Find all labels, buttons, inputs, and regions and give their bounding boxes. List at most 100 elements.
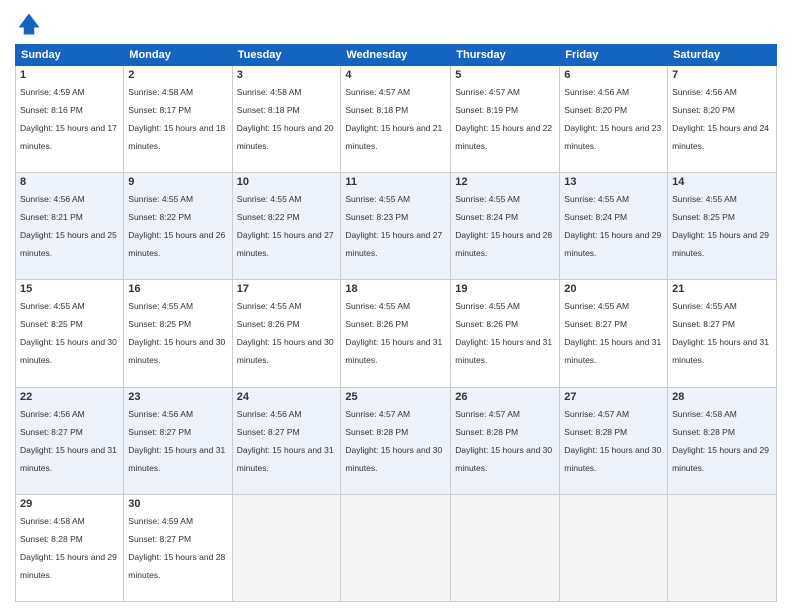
day-info: Sunrise: 4:58 AMSunset: 8:28 PMDaylight:… <box>20 516 117 580</box>
day-number: 9 <box>128 176 227 188</box>
day-number: 27 <box>564 391 663 403</box>
calendar-cell: 20 Sunrise: 4:55 AMSunset: 8:27 PMDaylig… <box>560 280 668 387</box>
day-info: Sunrise: 4:55 AMSunset: 8:25 PMDaylight:… <box>672 194 769 258</box>
day-number: 17 <box>237 283 337 295</box>
day-number: 10 <box>237 176 337 188</box>
day-number: 18 <box>345 283 446 295</box>
day-number: 26 <box>455 391 555 403</box>
calendar-cell: 14 Sunrise: 4:55 AMSunset: 8:25 PMDaylig… <box>668 173 777 280</box>
calendar-cell: 18 Sunrise: 4:55 AMSunset: 8:26 PMDaylig… <box>341 280 451 387</box>
calendar-cell: 8 Sunrise: 4:56 AMSunset: 8:21 PMDayligh… <box>16 173 124 280</box>
day-number: 11 <box>345 176 446 188</box>
day-info: Sunrise: 4:55 AMSunset: 8:27 PMDaylight:… <box>672 301 769 365</box>
calendar-week-row: 22 Sunrise: 4:56 AMSunset: 8:27 PMDaylig… <box>16 387 777 494</box>
calendar-cell: 30 Sunrise: 4:59 AMSunset: 8:27 PMDaylig… <box>124 494 232 601</box>
day-info: Sunrise: 4:56 AMSunset: 8:27 PMDaylight:… <box>20 409 117 473</box>
day-info: Sunrise: 4:55 AMSunset: 8:25 PMDaylight:… <box>128 301 225 365</box>
day-info: Sunrise: 4:57 AMSunset: 8:28 PMDaylight:… <box>455 409 552 473</box>
day-info: Sunrise: 4:55 AMSunset: 8:25 PMDaylight:… <box>20 301 117 365</box>
logo-icon <box>15 10 43 38</box>
day-info: Sunrise: 4:57 AMSunset: 8:19 PMDaylight:… <box>455 87 552 151</box>
day-of-week-header: Monday <box>124 45 232 66</box>
day-number: 1 <box>20 69 119 81</box>
calendar-cell: 19 Sunrise: 4:55 AMSunset: 8:26 PMDaylig… <box>451 280 560 387</box>
calendar-cell: 21 Sunrise: 4:55 AMSunset: 8:27 PMDaylig… <box>668 280 777 387</box>
logo <box>15 10 47 38</box>
day-of-week-header: Wednesday <box>341 45 451 66</box>
calendar-cell <box>560 494 668 601</box>
day-info: Sunrise: 4:55 AMSunset: 8:26 PMDaylight:… <box>345 301 442 365</box>
calendar-cell: 2 Sunrise: 4:58 AMSunset: 8:17 PMDayligh… <box>124 66 232 173</box>
day-info: Sunrise: 4:55 AMSunset: 8:24 PMDaylight:… <box>564 194 661 258</box>
day-info: Sunrise: 4:55 AMSunset: 8:22 PMDaylight:… <box>128 194 225 258</box>
day-of-week-header: Tuesday <box>232 45 341 66</box>
day-number: 23 <box>128 391 227 403</box>
calendar-body: 1 Sunrise: 4:59 AMSunset: 8:16 PMDayligh… <box>16 66 777 602</box>
day-info: Sunrise: 4:59 AMSunset: 8:27 PMDaylight:… <box>128 516 225 580</box>
day-of-week-header: Thursday <box>451 45 560 66</box>
calendar-cell: 7 Sunrise: 4:56 AMSunset: 8:20 PMDayligh… <box>668 66 777 173</box>
day-number: 15 <box>20 283 119 295</box>
calendar-cell: 16 Sunrise: 4:55 AMSunset: 8:25 PMDaylig… <box>124 280 232 387</box>
day-number: 4 <box>345 69 446 81</box>
day-info: Sunrise: 4:57 AMSunset: 8:28 PMDaylight:… <box>345 409 442 473</box>
day-number: 12 <box>455 176 555 188</box>
day-info: Sunrise: 4:55 AMSunset: 8:24 PMDaylight:… <box>455 194 552 258</box>
calendar-cell <box>668 494 777 601</box>
calendar-cell <box>232 494 341 601</box>
calendar-week-row: 1 Sunrise: 4:59 AMSunset: 8:16 PMDayligh… <box>16 66 777 173</box>
calendar-cell: 29 Sunrise: 4:58 AMSunset: 8:28 PMDaylig… <box>16 494 124 601</box>
day-info: Sunrise: 4:55 AMSunset: 8:27 PMDaylight:… <box>564 301 661 365</box>
day-number: 3 <box>237 69 337 81</box>
calendar-table: SundayMondayTuesdayWednesdayThursdayFrid… <box>15 44 777 602</box>
calendar-cell <box>451 494 560 601</box>
day-number: 20 <box>564 283 663 295</box>
calendar-cell: 25 Sunrise: 4:57 AMSunset: 8:28 PMDaylig… <box>341 387 451 494</box>
day-info: Sunrise: 4:55 AMSunset: 8:26 PMDaylight:… <box>237 301 334 365</box>
day-info: Sunrise: 4:56 AMSunset: 8:21 PMDaylight:… <box>20 194 117 258</box>
calendar-cell <box>341 494 451 601</box>
days-of-week-row: SundayMondayTuesdayWednesdayThursdayFrid… <box>16 45 777 66</box>
calendar-cell: 10 Sunrise: 4:55 AMSunset: 8:22 PMDaylig… <box>232 173 341 280</box>
day-info: Sunrise: 4:57 AMSunset: 8:28 PMDaylight:… <box>564 409 661 473</box>
day-number: 22 <box>20 391 119 403</box>
calendar-cell: 1 Sunrise: 4:59 AMSunset: 8:16 PMDayligh… <box>16 66 124 173</box>
day-number: 30 <box>128 498 227 510</box>
day-info: Sunrise: 4:57 AMSunset: 8:18 PMDaylight:… <box>345 87 442 151</box>
day-of-week-header: Friday <box>560 45 668 66</box>
calendar-cell: 5 Sunrise: 4:57 AMSunset: 8:19 PMDayligh… <box>451 66 560 173</box>
day-info: Sunrise: 4:56 AMSunset: 8:20 PMDaylight:… <box>564 87 661 151</box>
day-number: 5 <box>455 69 555 81</box>
calendar-cell: 15 Sunrise: 4:55 AMSunset: 8:25 PMDaylig… <box>16 280 124 387</box>
calendar-cell: 12 Sunrise: 4:55 AMSunset: 8:24 PMDaylig… <box>451 173 560 280</box>
day-info: Sunrise: 4:56 AMSunset: 8:27 PMDaylight:… <box>128 409 225 473</box>
day-number: 14 <box>672 176 772 188</box>
day-info: Sunrise: 4:55 AMSunset: 8:23 PMDaylight:… <box>345 194 442 258</box>
day-number: 19 <box>455 283 555 295</box>
day-info: Sunrise: 4:56 AMSunset: 8:20 PMDaylight:… <box>672 87 769 151</box>
calendar-cell: 9 Sunrise: 4:55 AMSunset: 8:22 PMDayligh… <box>124 173 232 280</box>
calendar-cell: 6 Sunrise: 4:56 AMSunset: 8:20 PMDayligh… <box>560 66 668 173</box>
calendar-cell: 13 Sunrise: 4:55 AMSunset: 8:24 PMDaylig… <box>560 173 668 280</box>
calendar-cell: 3 Sunrise: 4:58 AMSunset: 8:18 PMDayligh… <box>232 66 341 173</box>
day-number: 8 <box>20 176 119 188</box>
day-info: Sunrise: 4:56 AMSunset: 8:27 PMDaylight:… <box>237 409 334 473</box>
day-number: 24 <box>237 391 337 403</box>
calendar-cell: 27 Sunrise: 4:57 AMSunset: 8:28 PMDaylig… <box>560 387 668 494</box>
calendar-cell: 28 Sunrise: 4:58 AMSunset: 8:28 PMDaylig… <box>668 387 777 494</box>
calendar-cell: 4 Sunrise: 4:57 AMSunset: 8:18 PMDayligh… <box>341 66 451 173</box>
calendar-cell: 11 Sunrise: 4:55 AMSunset: 8:23 PMDaylig… <box>341 173 451 280</box>
calendar-week-row: 8 Sunrise: 4:56 AMSunset: 8:21 PMDayligh… <box>16 173 777 280</box>
day-info: Sunrise: 4:58 AMSunset: 8:17 PMDaylight:… <box>128 87 225 151</box>
day-info: Sunrise: 4:55 AMSunset: 8:26 PMDaylight:… <box>455 301 552 365</box>
day-number: 29 <box>20 498 119 510</box>
calendar-cell: 26 Sunrise: 4:57 AMSunset: 8:28 PMDaylig… <box>451 387 560 494</box>
day-number: 13 <box>564 176 663 188</box>
calendar-week-row: 29 Sunrise: 4:58 AMSunset: 8:28 PMDaylig… <box>16 494 777 601</box>
calendar-week-row: 15 Sunrise: 4:55 AMSunset: 8:25 PMDaylig… <box>16 280 777 387</box>
day-info: Sunrise: 4:55 AMSunset: 8:22 PMDaylight:… <box>237 194 334 258</box>
day-of-week-header: Sunday <box>16 45 124 66</box>
day-number: 25 <box>345 391 446 403</box>
day-of-week-header: Saturday <box>668 45 777 66</box>
calendar-cell: 23 Sunrise: 4:56 AMSunset: 8:27 PMDaylig… <box>124 387 232 494</box>
